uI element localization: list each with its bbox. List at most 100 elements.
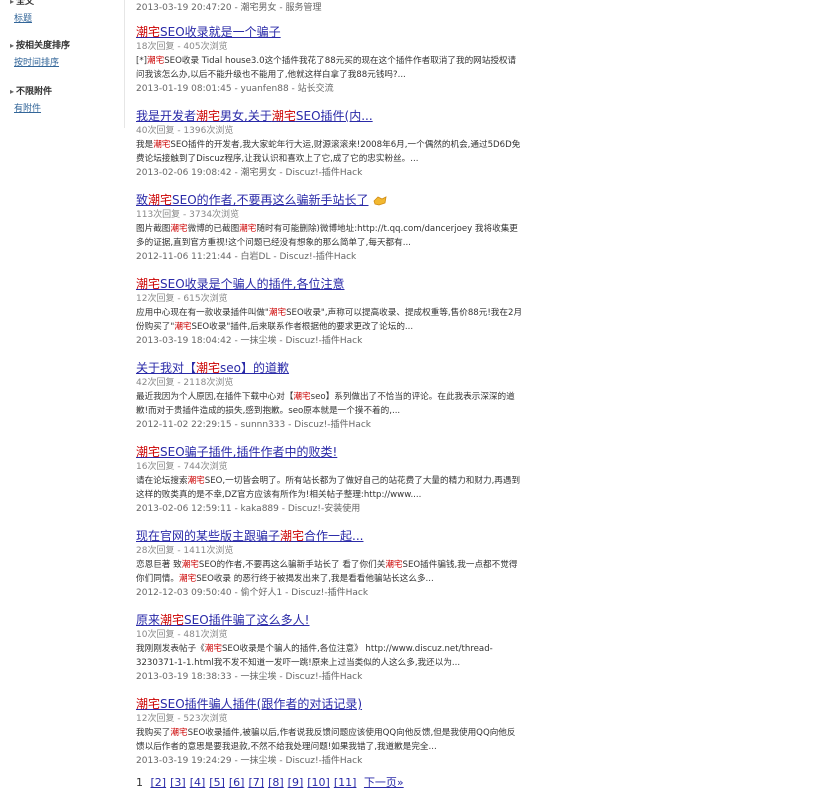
filter-link-sort-time[interactable]: 按时间排序 bbox=[14, 55, 70, 68]
result-summary: 我购买了潮宅SEO收录插件,被骗以后,作者说我反馈问题应该使用QQ向他反馈,但是… bbox=[136, 726, 524, 754]
result-item: 潮宅SEO收录就是一个骗子 18次回复 - 405次浏览 [*]潮宅SEO收录 Ti… bbox=[136, 24, 526, 96]
result-summary: [*]潮宅SEO收录 Tidal house3.0这个插件我花了88元买的现在这… bbox=[136, 54, 524, 82]
result-title-link[interactable]: 原来潮宅SEO插件骗了这么多人! bbox=[136, 612, 526, 628]
result-summary: 应用中心现在有一款收录插件叫做"潮宅SEO收录",声称可以提高收录、提成权重等,… bbox=[136, 306, 524, 334]
pagination-pages: [2] [3] [4] [5] [6] [7] [8] [9] [10] [11] bbox=[151, 776, 361, 789]
pagination-page-link[interactable]: [4] bbox=[190, 776, 206, 789]
text-segment: SEO插件骗人插件(跟作者的对话记录) bbox=[160, 697, 363, 711]
text-segment: SEO收录是个骗人的插件,各位注意 bbox=[160, 277, 345, 291]
result-item: 我是开发者潮宅男女,关于潮宅SEO插件(内... 40次回复 - 1396次浏览我… bbox=[136, 108, 526, 180]
keyword-highlight: 潮宅 bbox=[148, 193, 173, 207]
text-segment: 应用中心现在有一款收录插件叫做" bbox=[136, 308, 269, 318]
pagination-page-link[interactable]: [3] bbox=[170, 776, 186, 789]
result-item: 关于我对【潮宅seo】的道歉 42次回复 - 2118次浏览 最近我因为个人原因,在… bbox=[136, 360, 526, 432]
keyword-highlight: 潮宅 bbox=[136, 445, 161, 459]
text-segment: 微博的已截图 bbox=[187, 224, 240, 234]
text-segment: SEO收录就是一个骗子 bbox=[160, 25, 281, 39]
result-title-link[interactable]: 潮宅SEO骗子插件,插件作者中的败类! bbox=[136, 444, 526, 460]
result-title-link[interactable]: 我是开发者潮宅男女,关于潮宅SEO插件(内... bbox=[136, 108, 526, 124]
pagination-page-link[interactable]: [10] bbox=[307, 776, 330, 789]
text-segment: SEO的作者,不要再这么骗新手站长了 看了你们关 bbox=[198, 560, 386, 570]
pagination-page-link[interactable]: [6] bbox=[229, 776, 245, 789]
filter-group-title: 按相关度排序 bbox=[10, 38, 70, 51]
keyword-highlight: 潮宅 bbox=[271, 109, 296, 123]
result-item: 潮宅SEO收录是个骗人的插件,各位注意 12次回复 - 615次浏览 应用中心现在有… bbox=[136, 276, 526, 348]
result-item: 现在官网的某些版主跟骗子潮宅合作一起... 28次回复 - 1411次浏览 恋恩巨著… bbox=[136, 528, 526, 600]
filter-group-title: 全文 bbox=[10, 0, 34, 7]
pagination-page-link[interactable]: [2] bbox=[151, 776, 167, 789]
result-stats: 18次回复 - 405次浏览 bbox=[136, 42, 228, 52]
result-title-link[interactable]: 潮宅SEO收录就是一个骗子 bbox=[136, 24, 526, 40]
result-title-link[interactable]: 致潮宅SEO的作者,不要再这么骗新手站长了 bbox=[136, 192, 526, 208]
text-segment: 我是开发者 bbox=[136, 109, 197, 123]
keyword-highlight: 潮宅 bbox=[385, 560, 403, 570]
filter-link-title[interactable]: 标题 bbox=[14, 11, 34, 24]
keyword-highlight: 潮宅 bbox=[136, 277, 161, 291]
result-meta: 2012-12-03 09:50:40 - 偷个好人1 - Discuz!-插件… bbox=[136, 588, 369, 598]
pagination-next[interactable]: 下一页» bbox=[364, 776, 404, 789]
result-meta: 2013-02-06 19:08:42 - 潮宅男女 - Discuz!-插件H… bbox=[136, 168, 363, 178]
result-meta: 2013-03-19 19:24:29 - 一抹尘埃 - Discuz!-插件H… bbox=[136, 756, 363, 766]
result-item: 原来潮宅SEO插件骗了这么多人! 10次回复 - 481次浏览 我刚刚发表帖子《潮宅… bbox=[136, 612, 526, 684]
filter-link-has-attachment[interactable]: 有附件 bbox=[14, 101, 52, 114]
result-summary: 最近我因为个人原因,在插件下载中心对【潮宅seo】系列做出了不恰当的评论。在此我… bbox=[136, 390, 524, 418]
result-item: 致潮宅SEO的作者,不要再这么骗新手站长了 113次回复 - 3734次浏览 图片截… bbox=[136, 192, 526, 264]
text-segment: SEO收录"插件,后来联系作者根据他的要求更改了论坛的... bbox=[191, 322, 414, 332]
keyword-highlight: 潮宅 bbox=[160, 613, 185, 627]
result-meta: 2012-11-02 22:29:15 - sunnn333 - Discuz!… bbox=[136, 420, 372, 430]
pagination-page-link[interactable]: [8] bbox=[268, 776, 284, 789]
keyword-highlight: 潮宅 bbox=[268, 308, 287, 318]
keyword-highlight: 潮宅 bbox=[181, 560, 199, 570]
keyword-highlight: 潮宅 bbox=[174, 322, 192, 332]
pagination-page-link[interactable]: [9] bbox=[288, 776, 304, 789]
keyword-highlight: 潮宅 bbox=[153, 140, 171, 150]
result-title-link[interactable]: 潮宅SEO收录是个骗人的插件,各位注意 bbox=[136, 276, 526, 292]
result-summary: 图片截图潮宅微博的已截图潮宅随时有可能删除)微博地址:http://t.qq.c… bbox=[136, 222, 524, 250]
keyword-highlight: 潮宅 bbox=[293, 392, 311, 402]
text-segment: 我购买了 bbox=[136, 728, 171, 738]
keyword-highlight: 潮宅 bbox=[196, 361, 221, 375]
result-stats: 12次回复 - 523次浏览 bbox=[136, 714, 228, 724]
text-segment: 图片截图 bbox=[136, 224, 171, 234]
previous-result-meta: 2013-03-19 20:47:20 - 潮宅男女 - 服务管理 bbox=[136, 3, 322, 13]
result-meta: 2012-11-06 11:21:44 - 白岩DL - Discuz!-插件H… bbox=[136, 252, 357, 262]
text-segment: 最近我因为个人原因,在插件下载中心对【 bbox=[136, 392, 294, 402]
thumbs-emoji-icon bbox=[373, 196, 387, 206]
text-segment: 现在官网的某些版主跟骗子 bbox=[136, 529, 281, 543]
text-segment: [*] bbox=[136, 56, 148, 66]
text-segment: SEO的作者,不要再这么骗新手站长了 bbox=[172, 193, 369, 207]
filter-group-title: 不限附件 bbox=[10, 84, 52, 97]
text-segment: 致 bbox=[136, 193, 149, 207]
result-title-link[interactable]: 关于我对【潮宅seo】的道歉 bbox=[136, 360, 526, 376]
text-segment: SEO收录 Tidal house3.0这个插件我花了88元买的现在这个插件作者… bbox=[136, 56, 517, 80]
text-segment: 恋恩巨著 致 bbox=[136, 560, 182, 570]
pagination: 1 [2] [3] [4] [5] [6] [7] [8] [9] [10] [11] 下一页» bbox=[136, 774, 408, 790]
text-segment: 男女,关于 bbox=[220, 109, 272, 123]
result-summary: 恋恩巨著 致潮宅SEO的作者,不要再这么骗新手站长了 看了你们关潮宅SEO插件骗… bbox=[136, 558, 524, 586]
result-title-link[interactable]: 现在官网的某些版主跟骗子潮宅合作一起... bbox=[136, 528, 526, 544]
keyword-highlight: 潮宅 bbox=[147, 56, 165, 66]
result-title-link[interactable]: 潮宅SEO插件骗人插件(跟作者的对话记录) bbox=[136, 696, 526, 712]
text-segment: SEO插件骗了这么多人! bbox=[184, 613, 310, 627]
pagination-page-link[interactable]: [5] bbox=[209, 776, 225, 789]
pagination-current: 1 bbox=[136, 776, 143, 789]
search-filter-sidebar: 全文 标题 按相关度排序 按时间排序 不限附件 有附件 bbox=[0, 0, 125, 128]
text-segment: SEO骗子插件,插件作者中的败类! bbox=[160, 445, 338, 459]
result-stats: 40次回复 - 1396次浏览 bbox=[136, 126, 234, 136]
text-segment: seo】的道歉 bbox=[220, 361, 290, 375]
keyword-highlight: 潮宅 bbox=[170, 728, 188, 738]
text-segment: 原来 bbox=[136, 613, 161, 627]
result-meta: 2013-01-19 08:01:45 - yuanfen88 - 站长交流 bbox=[136, 84, 334, 94]
keyword-highlight: 潮宅 bbox=[136, 25, 161, 39]
text-segment: 我刚刚发表帖子《 bbox=[136, 644, 205, 654]
text-segment: SEO收录 的恶行终于被揭发出来了,我是看看他骗站长这么多... bbox=[196, 574, 434, 584]
keyword-highlight: 潮宅 bbox=[136, 697, 161, 711]
pagination-page-link[interactable]: [7] bbox=[248, 776, 264, 789]
pagination-page-link[interactable]: [11] bbox=[334, 776, 357, 789]
result-summary: 我刚刚发表帖子《潮宅SEO收录是个骗人的插件,各位注意》 http://www.… bbox=[136, 642, 524, 670]
filter-group-sort: 按相关度排序 按时间排序 bbox=[10, 38, 70, 68]
result-item: 潮宅SEO插件骗人插件(跟作者的对话记录) 12次回复 - 523次浏览 我购买了潮… bbox=[136, 696, 526, 768]
filter-group-scope: 全文 标题 bbox=[10, 0, 34, 24]
result-meta: 2013-03-19 18:04:42 - 一抹尘埃 - Discuz!-插件H… bbox=[136, 336, 363, 346]
keyword-highlight: 潮宅 bbox=[239, 224, 257, 234]
